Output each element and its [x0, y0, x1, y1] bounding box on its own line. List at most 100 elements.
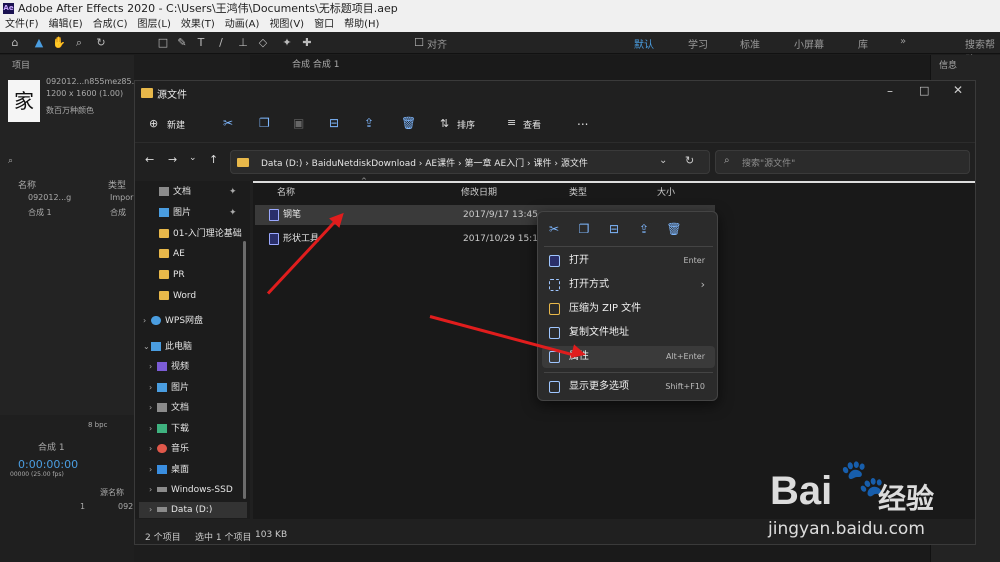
share-icon[interactable]: ⇪ [364, 116, 374, 130]
col-type[interactable]: 类型 [569, 185, 587, 198]
new-button[interactable]: 新建 [167, 118, 185, 131]
menu-animation[interactable]: 动画(A) [225, 17, 260, 32]
nav-music[interactable]: › 音乐 [149, 441, 189, 457]
refresh-icon[interactable]: ↻ [685, 154, 694, 167]
comp-tab[interactable]: 合成 合成 1 [292, 57, 339, 70]
workspace-learn[interactable]: 学习 [688, 36, 708, 51]
crumb-chapter-1[interactable]: 第一章 AE入门 [464, 159, 524, 169]
nav-wps-cloud[interactable]: › WPS网盘 [143, 313, 203, 329]
ctx-rename-icon[interactable]: ⊟ [606, 221, 622, 237]
new-icon[interactable]: ⊕ [149, 117, 158, 130]
menu-edit[interactable]: 编辑(E) [49, 17, 83, 32]
eraser-tool-icon[interactable]: ◇ [256, 36, 270, 50]
crumb-source[interactable]: 源文件 [561, 159, 588, 169]
up-icon[interactable]: ↑ [209, 153, 218, 166]
home-icon[interactable]: ⌂ [8, 36, 22, 50]
rotate-tool-icon[interactable]: ↻ [94, 36, 108, 50]
view-icon[interactable]: ≡ [507, 116, 516, 129]
menu-layer[interactable]: 图层(L) [137, 17, 170, 32]
crumb-baidunetdisk[interactable]: BaiduNetdiskDownload [312, 159, 416, 169]
menu-view[interactable]: 视图(V) [269, 17, 304, 32]
nav-documents[interactable]: 文档 ✦ [159, 184, 237, 200]
col-name[interactable]: 名称 [277, 185, 295, 198]
workspace-small-screen[interactable]: 小屏幕 [794, 36, 824, 51]
pen-tool-icon[interactable]: ✎ [175, 36, 189, 50]
ctx-open-with[interactable]: 打开方式 › [542, 274, 715, 296]
address-dropdown-icon[interactable]: ⌄ [659, 155, 667, 166]
more-workspaces-icon[interactable]: » [900, 36, 906, 47]
back-icon[interactable]: ← [145, 153, 154, 166]
nav-downloads[interactable]: › 下载 [149, 421, 189, 437]
maximize-icon[interactable]: □ [919, 84, 929, 97]
ctx-cut-icon[interactable]: ✂ [546, 221, 562, 237]
project-search-icon[interactable]: ⌕ [8, 156, 13, 166]
cut-icon[interactable]: ✂ [223, 116, 233, 130]
sort-button[interactable]: 排序 [457, 118, 475, 131]
nav-windows-ssd[interactable]: › Windows-SSD [149, 482, 233, 498]
ctx-show-more[interactable]: 显示更多选项 Shift+F10 [542, 376, 715, 398]
recent-chevron-icon[interactable]: ⌄ [189, 153, 197, 163]
nav-documents-pc[interactable]: › 文档 [149, 400, 189, 416]
stamp-tool-icon[interactable]: ⊥ [236, 36, 250, 50]
crumb-drive[interactable]: Data (D:) [261, 159, 302, 169]
project-file-2[interactable]: 合成 1 [28, 207, 52, 218]
menu-effect[interactable]: 效果(T) [181, 17, 215, 32]
ctx-compress-zip[interactable]: 压缩为 ZIP 文件 [542, 298, 715, 320]
delete-icon[interactable]: 🗑 [401, 116, 416, 130]
address-bar[interactable]: Data (D:) › BaiduNetdiskDownload › AE课件 … [230, 150, 710, 174]
sort-icon[interactable]: ⇅ [440, 117, 449, 130]
search-box[interactable]: ⌕ 搜索"源文件" [715, 150, 970, 174]
menu-composition[interactable]: 合成(C) [93, 17, 128, 32]
align-checkbox-icon[interactable]: ☐ [412, 36, 426, 50]
nav-scrollbar[interactable] [243, 241, 246, 499]
nav-pictures-pc[interactable]: › 图片 [149, 380, 189, 396]
nav-data-drive[interactable]: › Data (D:) [139, 502, 247, 518]
col-date[interactable]: 修改日期 [461, 185, 497, 198]
nav-this-pc[interactable]: ⌄ 此电脑 [143, 339, 192, 355]
rect-tool-icon[interactable]: □ [156, 36, 170, 50]
layer-name[interactable]: 092 [118, 502, 133, 511]
nav-pictures[interactable]: 图片 ✦ [159, 205, 237, 221]
type-tool-icon[interactable]: T [194, 36, 208, 50]
brush-tool-icon[interactable]: / [214, 36, 228, 50]
menu-file[interactable]: 文件(F) [5, 17, 39, 32]
ctx-delete-icon[interactable]: 🗑 [666, 221, 682, 237]
selection-tool-icon[interactable]: ▲ [32, 36, 46, 50]
col-size[interactable]: 大小 [657, 185, 675, 198]
menu-help[interactable]: 帮助(H) [344, 17, 379, 32]
nav-folder-word[interactable]: Word [159, 288, 196, 304]
minimize-icon[interactable]: – [887, 84, 893, 98]
view-button[interactable]: 查看 [523, 118, 541, 131]
roto-tool-icon[interactable]: ✦ [280, 36, 294, 50]
nav-videos[interactable]: › 视频 [149, 359, 189, 375]
ctx-copy-icon[interactable]: ❐ [576, 221, 592, 237]
bpc-label[interactable]: 8 bpc [88, 421, 107, 429]
nav-folder-pr[interactable]: PR [159, 267, 185, 283]
more-button[interactable]: ... [577, 114, 588, 128]
copy-icon[interactable]: ❐ [259, 116, 270, 130]
ctx-properties[interactable]: 属性 Alt+Enter [542, 346, 715, 368]
crumb-courseware[interactable]: 课件 [533, 159, 551, 169]
workspace-default[interactable]: 默认 [634, 36, 654, 51]
paste-icon[interactable]: ▣ [293, 116, 304, 130]
nav-desktop[interactable]: › 桌面 [149, 462, 189, 478]
project-file-1[interactable]: 092012...g [28, 193, 71, 202]
forward-icon[interactable]: → [168, 153, 177, 166]
close-icon[interactable]: ✕ [953, 83, 963, 97]
menu-window[interactable]: 窗口 [314, 17, 334, 32]
timecode[interactable]: 0:00:00:00 [18, 458, 78, 471]
nav-folder-01[interactable]: 01-入门理论基础 [159, 226, 242, 242]
ctx-share-icon[interactable]: ⇪ [636, 221, 652, 237]
zoom-tool-icon[interactable]: ⌕ [72, 36, 86, 50]
rename-icon[interactable]: ⊟ [329, 116, 339, 130]
layer-number: 1 [80, 502, 86, 511]
crumb-ae-course[interactable]: AE课件 [425, 159, 455, 169]
workspace-standard[interactable]: 标准 [740, 36, 760, 51]
hand-tool-icon[interactable]: ✋ [52, 36, 66, 50]
ctx-copy-path[interactable]: 复制文件地址 [542, 322, 715, 344]
pin-tool-icon[interactable]: ✚ [300, 36, 314, 50]
nav-folder-ae[interactable]: AE [159, 246, 185, 262]
ctx-open[interactable]: 打开 Enter [542, 250, 715, 272]
workspace-library[interactable]: 库 [858, 36, 868, 51]
timeline-tab[interactable]: 合成 1 [38, 440, 65, 453]
